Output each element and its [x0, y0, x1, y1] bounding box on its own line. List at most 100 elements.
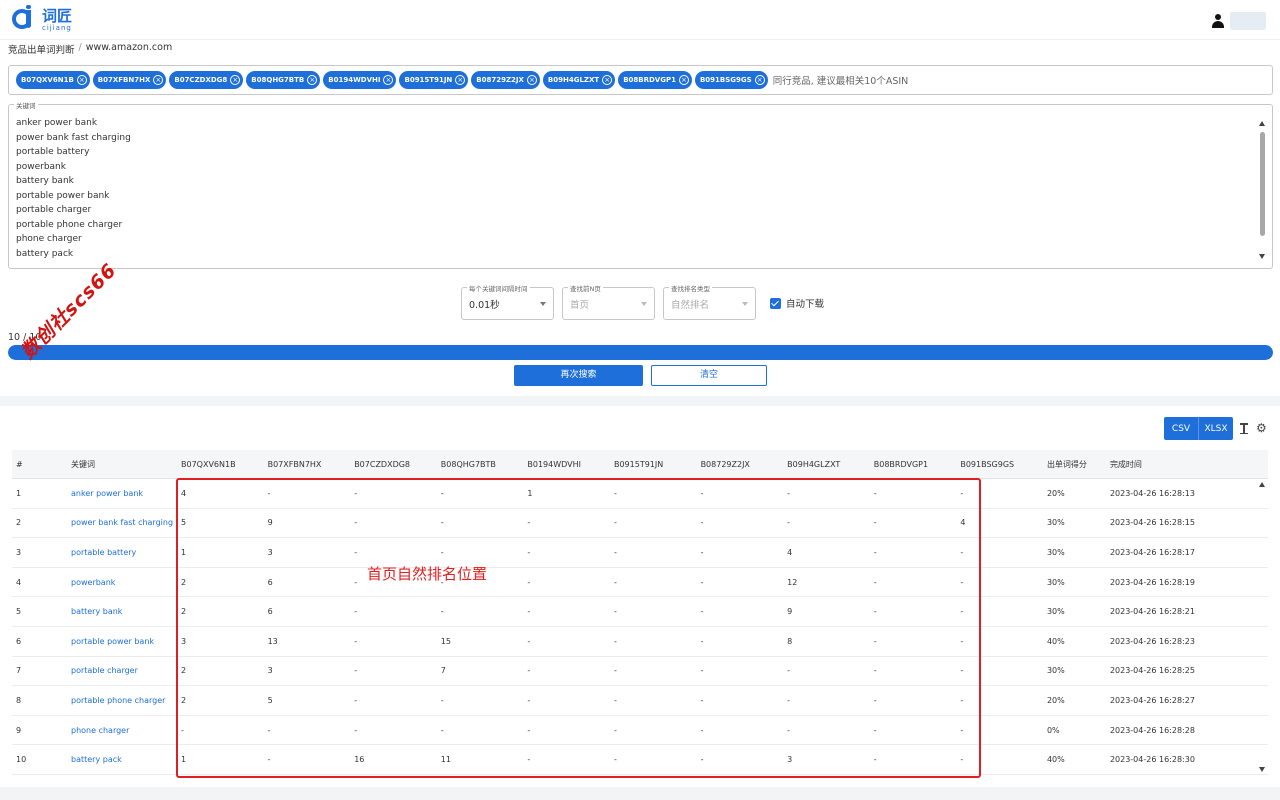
- asin-chip[interactable]: B0194WDVHI ×: [323, 71, 397, 89]
- table-cell: 4: [16, 577, 22, 587]
- interval-select[interactable]: 每个关键词间隔时间 0.01秒: [461, 283, 554, 320]
- auto-download-toggle[interactable]: 自动下载: [770, 296, 824, 310]
- asin-chip[interactable]: B09H4GLZXT ×: [542, 71, 616, 89]
- keyword-link[interactable]: portable phone charger: [71, 696, 181, 705]
- column-header[interactable]: B08BRDVGP1: [874, 460, 961, 469]
- asin-chip[interactable]: B08QHG7BTB ×: [246, 71, 321, 89]
- keyword-link[interactable]: portable power bank: [71, 637, 181, 646]
- scroll-down-icon[interactable]: [1259, 767, 1265, 772]
- keywords-textarea[interactable]: 关键词 anker power bank power bank fast char…: [8, 100, 1273, 269]
- export-buttons: CSV XLSX: [1164, 417, 1233, 440]
- scroll-thumb[interactable]: [1260, 132, 1265, 236]
- table-cell: 2023-04-26 16:28:17: [1109, 547, 1195, 557]
- keyword-link[interactable]: anker power bank: [71, 489, 181, 498]
- keyword-line: powerbank: [16, 161, 66, 172]
- scroll-up-icon[interactable]: [1259, 482, 1265, 487]
- close-icon[interactable]: ×: [455, 75, 466, 85]
- asin-chip-label: B08BRDVGP1: [623, 76, 676, 84]
- close-icon[interactable]: ×: [602, 75, 613, 85]
- asin-chip[interactable]: B08729Z2JX ×: [471, 71, 540, 89]
- rank-type-value: 自然排名: [671, 300, 710, 311]
- table-scrollbar[interactable]: [1259, 482, 1266, 772]
- keyword-link[interactable]: powerbank: [71, 578, 181, 587]
- asin-input[interactable]: B07QXV6N1B × B07XFBN7HX × B07CZDXDG8 × B08QHG7…: [8, 65, 1273, 95]
- user-icon: [1212, 14, 1224, 28]
- asin-chip[interactable]: B08BRDVGP1 ×: [618, 71, 692, 89]
- rank-type-label: 查找排名类型: [669, 283, 712, 293]
- scroll-down-icon[interactable]: [1259, 254, 1265, 259]
- user-name-redacted: [1230, 12, 1266, 30]
- column-header[interactable]: B08729Z2JX: [701, 460, 788, 469]
- close-icon[interactable]: ×: [526, 75, 537, 85]
- annotation-box: [176, 478, 981, 778]
- asin-chip[interactable]: B091BSG9GS ×: [694, 71, 768, 89]
- table-cell: 2023-04-26 16:28:19: [1109, 577, 1195, 587]
- keyword-line: power bank fast charging: [16, 132, 131, 143]
- table-cell: 7: [16, 666, 22, 676]
- column-header[interactable]: B0194WDVHI: [527, 460, 614, 469]
- asin-chip-label: B0194WDVHI: [328, 76, 381, 84]
- keyword-link[interactable]: power bank fast charging: [71, 518, 181, 527]
- table-cell: 40%: [1046, 755, 1065, 765]
- breadcrumb-parent[interactable]: 竞品出单词判断: [8, 42, 75, 56]
- column-header[interactable]: 完成时间: [1110, 459, 1250, 470]
- column-header[interactable]: B07XFBN7HX: [268, 460, 355, 469]
- close-icon[interactable]: ×: [754, 75, 765, 85]
- keyword-link[interactable]: phone charger: [71, 726, 181, 735]
- asin-chip[interactable]: B07XFBN7HX ×: [92, 71, 167, 89]
- asin-chip-label: B08729Z2JX: [476, 76, 524, 84]
- asin-chip-label: B07CZDXDG8: [174, 76, 228, 84]
- asin-chip[interactable]: B07QXV6N1B ×: [16, 71, 90, 89]
- keyword-line: phone charger: [16, 234, 82, 244]
- column-header[interactable]: B09H4GLZXT: [787, 460, 874, 469]
- column-header[interactable]: B091BSG9GS: [960, 460, 1047, 469]
- table-cell: 9: [16, 725, 22, 735]
- table-cell: 30%: [1046, 607, 1065, 617]
- close-icon[interactable]: ×: [307, 75, 318, 85]
- close-icon[interactable]: ×: [678, 75, 689, 85]
- checkbox-checked-icon[interactable]: [770, 297, 781, 309]
- clear-button[interactable]: 清空: [651, 365, 767, 386]
- breadcrumb: 竞品出单词判断 / www.amazon.com: [8, 42, 172, 56]
- keywords-list: anker power bank power bank fast charging…: [16, 116, 131, 261]
- asin-chip[interactable]: B07CZDXDG8 ×: [169, 71, 244, 89]
- close-icon[interactable]: ×: [383, 75, 394, 85]
- keyword-link[interactable]: portable charger: [71, 666, 181, 675]
- table-cell: 30%: [1046, 577, 1065, 587]
- section-divider: [0, 396, 1280, 406]
- export-xlsx-button[interactable]: XLSX: [1198, 417, 1233, 440]
- column-width-icon[interactable]: [1240, 423, 1248, 434]
- pages-select[interactable]: 查找前N页 首页: [562, 283, 655, 320]
- column-header[interactable]: B07QXV6N1B: [181, 460, 268, 469]
- column-header[interactable]: B07CZDXDG8: [354, 460, 441, 469]
- close-icon[interactable]: ×: [230, 75, 241, 85]
- table-cell: 2023-04-26 16:28:25: [1109, 666, 1195, 676]
- keyword-link[interactable]: portable battery: [71, 548, 181, 557]
- user-menu[interactable]: [1212, 12, 1266, 30]
- keyword-link[interactable]: battery bank: [71, 607, 181, 616]
- column-header[interactable]: #: [12, 460, 71, 469]
- table-cell: 2023-04-26 16:28:27: [1109, 695, 1195, 705]
- table-cell: 2023-04-26 16:28:13: [1109, 488, 1195, 498]
- column-header[interactable]: 出单词得分: [1047, 459, 1110, 470]
- export-csv-button[interactable]: CSV: [1164, 417, 1198, 440]
- scroll-up-icon[interactable]: [1259, 121, 1265, 126]
- keyword-link[interactable]: battery pack: [71, 755, 181, 764]
- table-cell: 2: [16, 518, 22, 528]
- table-cell: 8: [16, 695, 22, 705]
- asin-chip-label: B0915T91JN: [404, 76, 453, 84]
- keyword-line: portable power bank: [16, 190, 110, 201]
- chevron-down-icon: [641, 302, 647, 306]
- column-header[interactable]: 关键词: [71, 459, 181, 470]
- rank-type-select[interactable]: 查找排名类型 自然排名: [663, 283, 756, 320]
- column-header[interactable]: B0915T91JN: [614, 460, 701, 469]
- asin-chip-label: B07XFBN7HX: [97, 76, 151, 84]
- search-again-button[interactable]: 再次搜索: [514, 365, 643, 386]
- logo[interactable]: 词匠 cijiang: [12, 5, 72, 32]
- keywords-scrollbar[interactable]: [1259, 119, 1266, 259]
- column-header[interactable]: B08QHG7BTB: [441, 460, 528, 469]
- close-icon[interactable]: ×: [153, 75, 164, 85]
- close-icon[interactable]: ×: [76, 75, 87, 85]
- asin-chip[interactable]: B0915T91JN ×: [399, 71, 469, 89]
- gear-icon[interactable]: ⚙: [1256, 422, 1267, 434]
